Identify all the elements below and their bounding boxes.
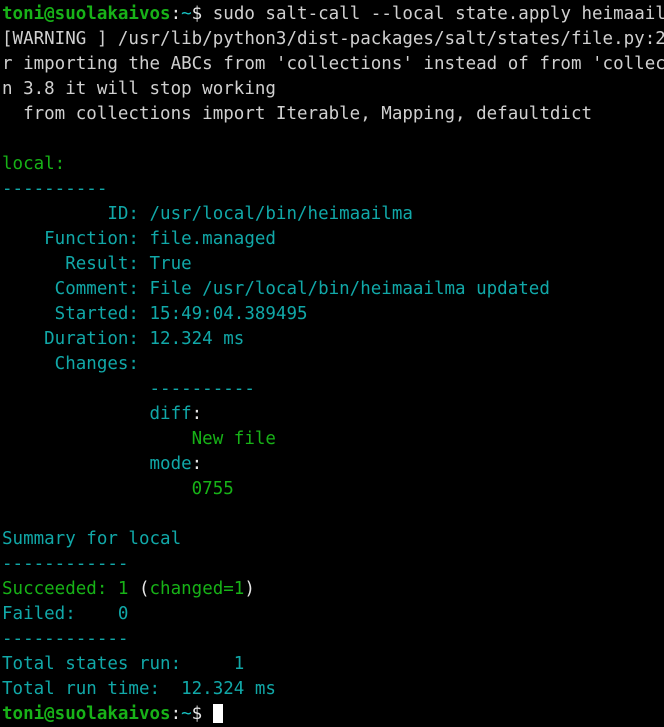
text-segment: toni@suolakaivos — [2, 4, 171, 24]
text-segment: ------------ — [2, 629, 129, 649]
text-segment: : — [191, 404, 203, 424]
text-segment: Comment: File /usr/local/bin/heimaailma … — [2, 279, 550, 299]
prompt-user-host: toni@suolakaivos — [2, 704, 171, 724]
terminal-cursor[interactable] — [212, 704, 223, 723]
line-warning-2: r importing the ABCs from 'collections' … — [2, 52, 664, 77]
text-segment: : — [170, 4, 182, 24]
line-mode-key: mode: — [2, 452, 664, 477]
text-segment: Duration: 12.324 ms — [2, 329, 245, 349]
line-failed-rule: ------------ — [2, 627, 664, 652]
line-summary-rule: ------------ — [2, 552, 664, 577]
line-local: local: — [2, 152, 664, 177]
text-segment: Failed: 0 — [2, 604, 129, 624]
line-warning-3: n 3.8 it will stop working — [2, 77, 664, 102]
line-failed: Failed: 0 — [2, 602, 664, 627]
line-result: Result: True — [2, 252, 664, 277]
prompt-dollar: $ — [191, 704, 203, 724]
text-segment: ------------ — [2, 554, 129, 574]
line-id: ID: /usr/local/bin/heimaailma — [2, 202, 664, 227]
text-segment: [WARNING ] /usr/lib/python3/dist-package… — [2, 29, 664, 49]
text-segment: Summary for local — [2, 529, 182, 549]
text-segment — [2, 504, 13, 524]
line-total-time: Total run time: 12.324 ms — [2, 677, 664, 702]
line-function: Function: file.managed — [2, 227, 664, 252]
text-segment: ---------- — [2, 179, 108, 199]
line-local-rule: ---------- — [2, 177, 664, 202]
text-segment: Succeeded: 1 — [2, 579, 139, 599]
line-started: Started: 15:49:04.389495 — [2, 302, 664, 327]
text-segment: n 3.8 it will stop working — [2, 79, 276, 99]
prompt-colon: : — [170, 704, 182, 724]
text-segment: : — [191, 454, 203, 474]
text-segment: $ — [191, 4, 203, 24]
text-segment: ) — [244, 579, 255, 599]
line-warning-4: from collections import Iterable, Mappin… — [2, 102, 664, 127]
text-segment — [2, 129, 13, 149]
text-segment: changed=1 — [149, 579, 245, 599]
text-segment: from collections import Iterable, Mappin… — [2, 104, 593, 124]
terminal-screen[interactable]: toni@suolakaivos:~$ sudo salt-call --loc… — [0, 0, 664, 727]
text-segment: ---------- — [2, 379, 255, 399]
line-blank-1 — [2, 127, 664, 152]
line-final-prompt: toni@suolakaivos:~$ — [2, 702, 664, 727]
line-mode-value: 0755 — [2, 477, 664, 502]
text-segment: Result: True — [2, 254, 192, 274]
prompt-path: ~ — [181, 704, 192, 724]
line-blank-2 — [2, 502, 664, 527]
line-duration: Duration: 12.324 ms — [2, 327, 664, 352]
line-warning-1: [WARNING ] /usr/lib/python3/dist-package… — [2, 27, 664, 52]
terminal-output: toni@suolakaivos:~$ sudo salt-call --loc… — [2, 2, 664, 727]
line-summary: Summary for local — [2, 527, 664, 552]
line-changes: Changes: — [2, 352, 664, 377]
text-segment: Function: file.managed — [2, 229, 276, 249]
line-diff-key: diff: — [2, 402, 664, 427]
text-segment: sudo salt-call --local state.apply heima… — [202, 4, 664, 24]
terminal-window[interactable]: toni@suolakaivos:~$ sudo salt-call --loc… — [0, 0, 664, 724]
text-segment: diff — [2, 404, 192, 424]
text-segment: ~ — [181, 4, 192, 24]
text-segment: New file — [2, 429, 276, 449]
text-segment: mode — [2, 454, 192, 474]
text-segment: Total states run: 1 — [2, 654, 245, 674]
text-segment: ID: /usr/local/bin/heimaailma — [2, 204, 413, 224]
line-comment: Comment: File /usr/local/bin/heimaailma … — [2, 277, 664, 302]
text-segment: 0755 — [2, 479, 234, 499]
text-segment: Started: 15:49:04.389495 — [2, 304, 308, 324]
text-segment: Total run time: 12.324 ms — [2, 679, 276, 699]
line-changes-rule: ---------- — [2, 377, 664, 402]
line-succeeded: Succeeded: 1 (changed=1) — [2, 577, 664, 602]
text-segment: r importing the ABCs from 'collections' … — [2, 54, 664, 74]
text-segment: Changes: — [2, 354, 171, 374]
text-segment: ( — [138, 579, 150, 599]
text-segment: local: — [2, 154, 66, 174]
line-diff-value: New file — [2, 427, 664, 452]
line-total-states: Total states run: 1 — [2, 652, 664, 677]
line-prompt-command: toni@suolakaivos:~$ sudo salt-call --loc… — [2, 2, 664, 27]
